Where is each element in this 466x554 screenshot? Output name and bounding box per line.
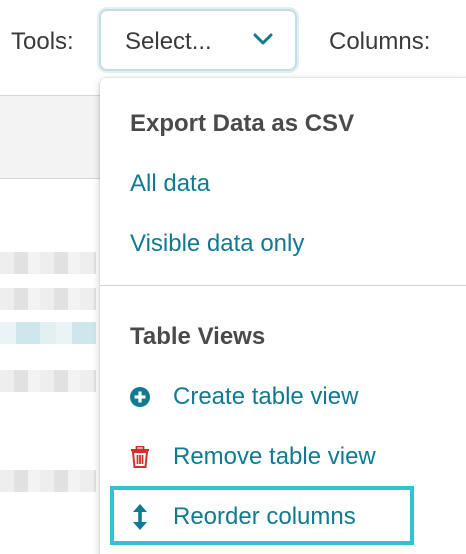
menu-divider: [100, 285, 466, 286]
export-all-data-link[interactable]: All data: [130, 170, 210, 198]
tools-select-value: Select...: [125, 28, 212, 55]
blurred-table-cell: [0, 370, 96, 392]
export-csv-heading: Export Data as CSV: [130, 110, 355, 137]
blurred-table-cell: [0, 470, 96, 492]
tools-select[interactable]: Select...: [99, 9, 297, 71]
blurred-table-cell: [0, 252, 96, 274]
plus-circle-icon: [130, 386, 150, 408]
tools-dropdown-menu: Export Data as CSV All data Visible data…: [100, 78, 466, 554]
remove-table-view-item[interactable]: Remove table view: [130, 437, 376, 477]
reorder-columns-highlight: [110, 486, 414, 545]
export-visible-data-link[interactable]: Visible data only: [130, 230, 304, 258]
blurred-table-cell: [0, 322, 96, 344]
chevron-down-icon: [253, 33, 273, 45]
columns-label: Columns:: [329, 28, 431, 55]
blurred-table-cell: [0, 288, 96, 310]
create-table-view-label: Create table view: [173, 383, 359, 410]
tools-label: Tools:: [11, 28, 74, 55]
page: Tools: Select... Columns: Export Data as…: [0, 0, 466, 554]
trash-icon: [130, 446, 150, 468]
create-table-view-item[interactable]: Create table view: [130, 377, 358, 417]
table-views-heading: Table Views: [130, 323, 266, 350]
remove-table-view-label: Remove table view: [173, 443, 376, 470]
